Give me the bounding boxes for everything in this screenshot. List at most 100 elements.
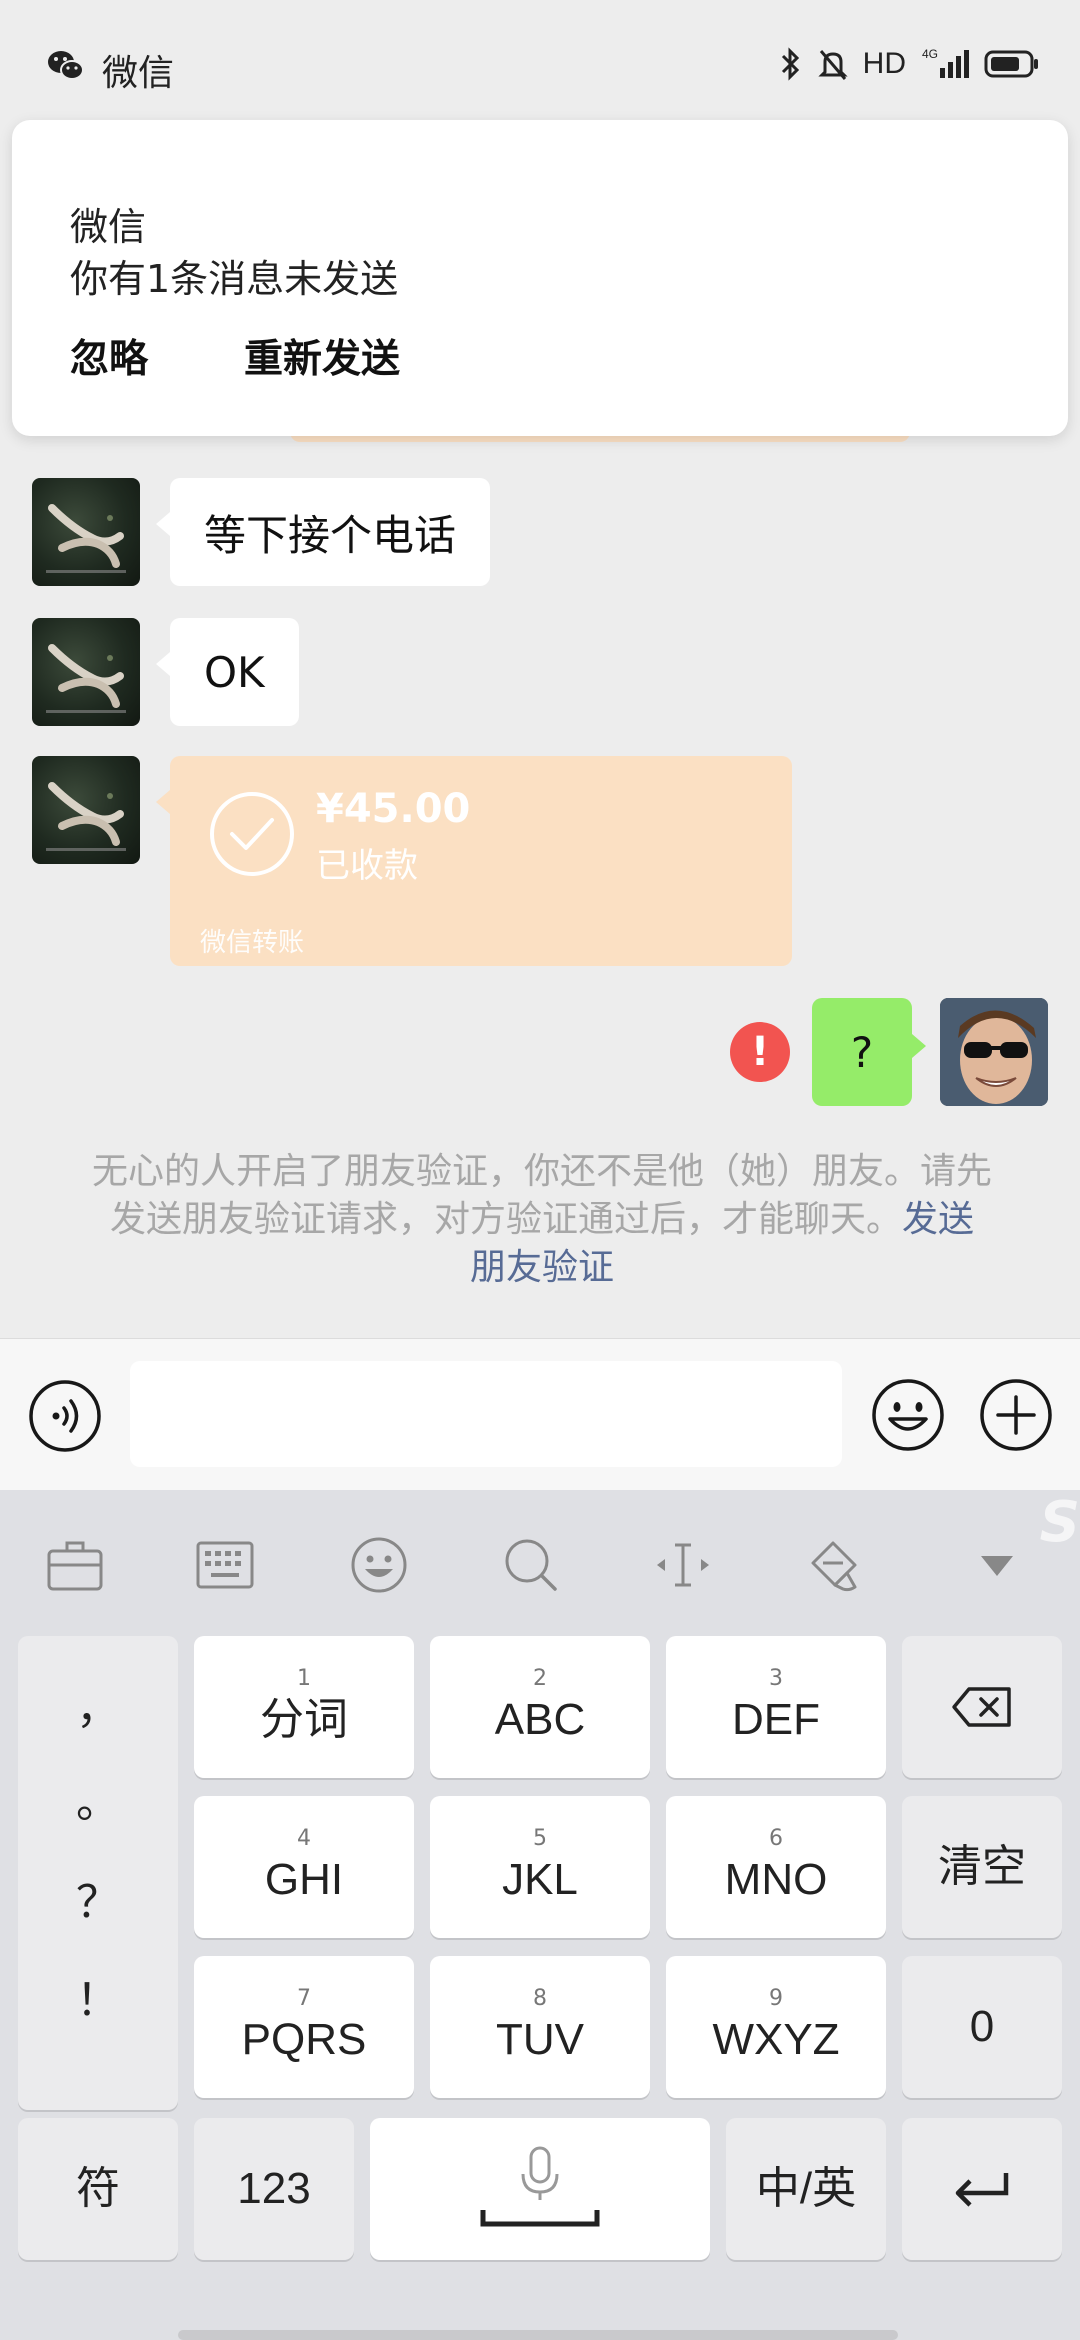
clear-key[interactable]: 清空 [902, 1796, 1062, 1938]
bluetooth-icon [781, 47, 799, 81]
emoji-icon[interactable] [870, 1377, 946, 1453]
numeric-label: 123 [237, 2164, 311, 2213]
cursor-move-icon[interactable] [648, 1530, 718, 1600]
chat-input-bar [0, 1338, 1080, 1490]
message-bubble[interactable]: 等下接个电话 [155, 478, 491, 586]
hd-indicator: HD [862, 47, 906, 80]
message-text: OK [204, 647, 265, 697]
hands-image [46, 644, 126, 713]
key-label: TUV [496, 2015, 584, 2064]
key-label: MNO [724, 1855, 828, 1904]
contact-avatar[interactable] [32, 618, 140, 726]
add-more-icon[interactable] [978, 1377, 1054, 1453]
toolbox-icon[interactable] [40, 1530, 110, 1600]
message-text: 等下接个电话 [204, 510, 457, 560]
ignore-button[interactable]: 忽略 [70, 328, 148, 384]
symbol-label: 符 [76, 2164, 120, 2213]
check-circle-icon [210, 792, 294, 876]
key-5[interactable]: 5 JKL [430, 1796, 650, 1938]
key-number: 2 [533, 1666, 547, 1691]
notification-message: 你有1条消息未发送 [70, 257, 399, 301]
key-number: 9 [769, 1986, 783, 2011]
transfer-footer: 微信转账 [200, 928, 305, 958]
skin-brush-icon[interactable] [798, 1530, 868, 1600]
my-avatar[interactable] [940, 998, 1048, 1106]
status-bar: 微信 HD 4G [0, 0, 1080, 118]
notification-app-name: 微信 [70, 205, 147, 249]
clear-label: 清空 [938, 1842, 1026, 1891]
key-1[interactable]: 1 分词 [194, 1636, 414, 1778]
my-message-text: ? [850, 1027, 874, 1077]
key-number: 3 [769, 1666, 783, 1691]
punct-comma[interactable]: ， [18, 1672, 178, 1736]
sogou-logo: S [1039, 1490, 1080, 1555]
hands-image [46, 782, 126, 851]
punctuation-column[interactable]: ， 。 ？ ！ [18, 1636, 178, 2110]
navigation-handle[interactable] [178, 2330, 898, 2340]
key-4[interactable]: 4 GHI [194, 1796, 414, 1938]
zero-key[interactable]: 0 [902, 1956, 1062, 2098]
language-switch-key[interactable]: 中/英 [726, 2118, 886, 2260]
sunglasses-man-image [940, 998, 1048, 1106]
error-mark: ! [750, 1029, 770, 1075]
status-app-name: 微信 [102, 53, 175, 94]
hands-image [46, 504, 126, 573]
key-number: 1 [297, 1666, 311, 1691]
send-failed-icon[interactable]: ! [730, 1022, 790, 1082]
key-label: DEF [732, 1695, 820, 1744]
punct-period[interactable]: 。 [18, 1766, 178, 1830]
battery-icon [984, 50, 1038, 78]
friend-verification-notice: 无心的人开启了朋友验证，你还不是他（她）朋友。请先发送朋友验证请求，对方验证通过… [92, 1148, 992, 1292]
microphone-space-icon [480, 2146, 600, 2227]
key-number: 7 [297, 1986, 311, 2011]
my-message-bubble[interactable]: ? [812, 998, 926, 1106]
key-label: JKL [502, 1855, 578, 1904]
mute-bell-icon [818, 50, 848, 80]
key-number: 5 [533, 1826, 547, 1851]
punct-question[interactable]: ？ [18, 1866, 178, 1930]
contact-avatar[interactable] [32, 756, 140, 864]
key-label: WXYZ [712, 2015, 840, 2064]
resend-button[interactable]: 重新发送 [244, 328, 400, 384]
transfer-card[interactable]: ¥45.00 已收款 微信转账 [156, 756, 792, 966]
contact-avatar[interactable] [32, 478, 140, 586]
numeric-key[interactable]: 123 [194, 2118, 354, 2260]
space-key[interactable] [370, 2118, 710, 2260]
enter-key[interactable] [902, 2118, 1062, 2260]
message-bubble[interactable]: OK [156, 618, 299, 726]
message-input[interactable] [130, 1361, 842, 1467]
backspace-icon [952, 1687, 1011, 1727]
keyboard: S ， 。 ？ ！ 1 分词 2 ABC 3 DEF 4 GHI 5 JKL 6… [0, 1490, 1080, 2340]
backspace-key[interactable] [902, 1636, 1062, 1778]
key-8[interactable]: 8 TUV [430, 1956, 650, 2098]
notice-text: 无心的人开启了朋友验证，你还不是他（她）朋友。请先发送朋友验证请求，对方验证通过… [92, 1151, 993, 1240]
transfer-amount: ¥45.00 [316, 786, 471, 832]
key-number: 4 [297, 1826, 311, 1851]
language-label: 中/英 [755, 2164, 857, 2213]
key-label: 分词 [260, 1695, 348, 1744]
key-7[interactable]: 7 PQRS [194, 1956, 414, 2098]
key-label: ABC [494, 1695, 586, 1744]
unsent-notification[interactable]: 微信 你有1条消息未发送 忽略 重新发送 [12, 120, 1068, 436]
keyboard-layout-icon[interactable] [190, 1530, 260, 1600]
search-icon[interactable] [496, 1530, 566, 1600]
key-label: GHI [264, 1855, 344, 1904]
symbol-key[interactable]: 符 [18, 2118, 178, 2260]
wechat-icon [48, 51, 84, 80]
key-9[interactable]: 9 WXYZ [666, 1956, 886, 2098]
key-6[interactable]: 6 MNO [666, 1796, 886, 1938]
emoji-keyboard-icon[interactable] [344, 1530, 414, 1600]
keyboard-toolbar: S [0, 1490, 1080, 1630]
collapse-keyboard-icon[interactable] [962, 1530, 1032, 1600]
signal-icon: 4G [922, 47, 969, 78]
key-label: PQRS [241, 2015, 367, 2064]
zero-label: 0 [969, 2002, 995, 2051]
punct-exclaim[interactable]: ！ [18, 1964, 178, 2028]
key-number: 6 [769, 1826, 783, 1851]
network-type-label: 4G [922, 47, 938, 61]
voice-input-icon[interactable] [28, 1379, 102, 1453]
enter-icon [955, 2173, 1009, 2207]
key-number: 8 [533, 1986, 547, 2011]
key-3[interactable]: 3 DEF [666, 1636, 886, 1778]
key-2[interactable]: 2 ABC [430, 1636, 650, 1778]
